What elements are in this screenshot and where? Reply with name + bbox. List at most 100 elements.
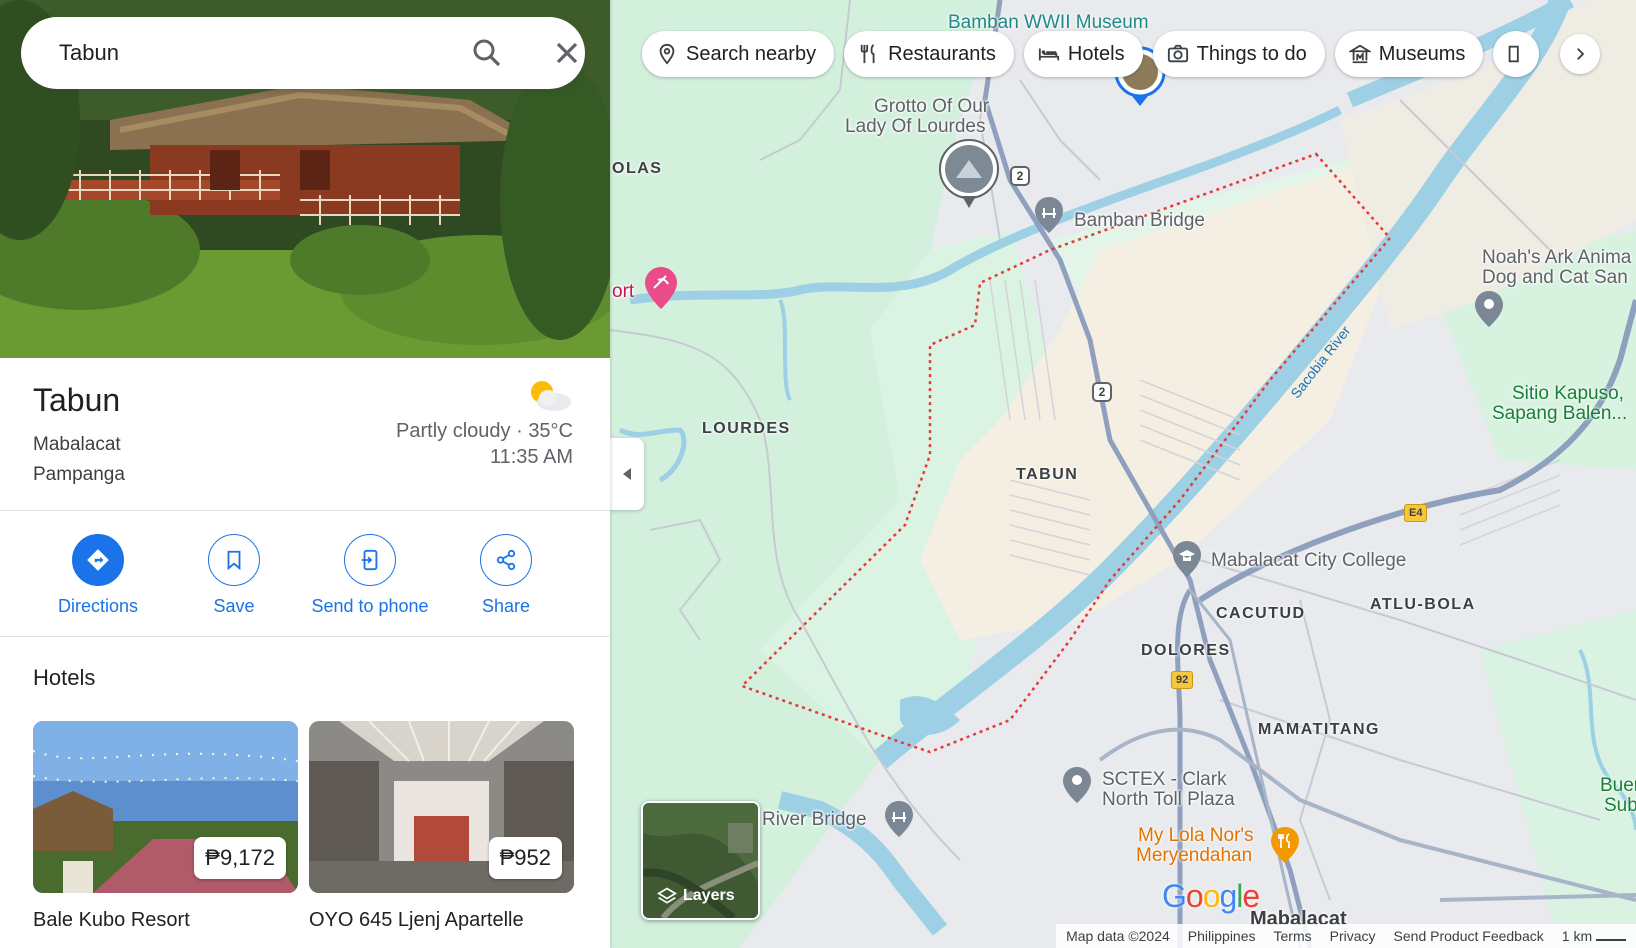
map-scale[interactable]: 1 km [1562, 928, 1626, 944]
place-title: Tabun [33, 382, 121, 418]
category-chips: Search nearby Restaurants Hotels Things … [642, 31, 1540, 78]
caret-left-icon [623, 468, 631, 480]
map-label-mabalacat-college[interactable]: Mabalacat City College [1211, 551, 1406, 571]
map-label-buena-line2[interactable]: Subdi [1604, 796, 1636, 816]
search-box[interactable] [21, 17, 585, 89]
place-panel: Tabun Mabalacat Pampanga Partly cloudy ·… [0, 0, 610, 948]
chip-search-nearby[interactable]: Search nearby [642, 31, 835, 77]
map-label-bamban-museum[interactable]: Bamban WWII Museum [948, 13, 1149, 33]
share-button-circle [480, 534, 532, 586]
route-92-shield: 92 [1171, 671, 1194, 689]
share-button[interactable]: Share [441, 534, 571, 617]
directions-icon [87, 549, 109, 571]
chip-restaurants[interactable]: Restaurants [844, 31, 1014, 77]
share-label: Share [481, 596, 531, 616]
save-label: Save [213, 596, 255, 616]
place-pin-icon[interactable] [1474, 290, 1504, 328]
close-icon[interactable] [549, 35, 585, 71]
chip-things-to-do[interactable]: Things to do [1152, 31, 1325, 77]
place-province: Pampanga [33, 464, 125, 485]
hotel-card[interactable]: ₱9,172 Bale Kubo Resort [33, 721, 298, 932]
hotel-card[interactable]: ₱952 OYO 645 Ljenj Apartelle [309, 721, 574, 932]
map-label-mamatitang: MAMATITANG [1258, 721, 1380, 738]
map-label-sitio-line1[interactable]: Sitio Kapuso, [1512, 384, 1624, 404]
map-label-cacutud: CACUTUD [1216, 605, 1306, 622]
hotel-price: ₱952 [488, 837, 562, 879]
footer-feedback-link[interactable]: Send Product Feedback [1394, 928, 1544, 944]
send-to-phone-icon [361, 549, 378, 571]
hotel-name[interactable]: Bale Kubo Resort [33, 909, 298, 932]
search-icon[interactable] [469, 35, 505, 71]
send-to-phone-label: Send to phone [311, 596, 429, 616]
save-button[interactable]: Save [169, 534, 299, 617]
map-label-bamban-bridge[interactable]: Bamban Bridge [1074, 211, 1205, 231]
chips-scroll-right-button[interactable] [1560, 34, 1600, 74]
weather-conditions: Partly cloudy · 35°C [396, 420, 573, 442]
send-to-phone-button[interactable]: Send to phone [305, 534, 435, 617]
map-label-dolores: DOLORES [1141, 642, 1231, 659]
route-2-shield: 2 [1092, 382, 1112, 402]
chip-museums-label: Museums [1378, 42, 1466, 65]
map-label-atlu-bola: ATLU-BOLA [1370, 596, 1476, 613]
map-data-attribution: Map data ©2024 [1066, 928, 1170, 944]
footer-privacy-link[interactable]: Privacy [1330, 928, 1376, 944]
place-hero-photo[interactable] [0, 0, 610, 358]
hotel-price: ₱9,172 [194, 837, 286, 879]
place-header: Tabun Mabalacat Pampanga Partly cloudy ·… [0, 358, 610, 511]
layers-label: Layers [683, 887, 735, 904]
map-label-olas: OLAS [612, 160, 663, 177]
chip-search-nearby-label: Search nearby [686, 42, 817, 65]
footer-terms-link[interactable]: Terms [1274, 928, 1312, 944]
layers-label-group: Layers [657, 886, 735, 906]
chip-hotels[interactable]: Hotels [1023, 31, 1143, 77]
search-input[interactable] [57, 39, 441, 67]
map-label-resort-fragment[interactable]: ort [612, 282, 634, 302]
museum-icon [1348, 44, 1371, 64]
toll-plaza-pin-icon[interactable] [1062, 766, 1092, 804]
map-label-buena-line1[interactable]: Buena [1600, 776, 1636, 796]
place-municipality: Mabalacat [33, 434, 121, 455]
layers-button[interactable]: Layers [641, 801, 760, 920]
map-label-tabun: TABUN [1016, 466, 1079, 483]
map-label-grotto-line2[interactable]: Lady Of Lourdes [845, 117, 985, 137]
local-time: 11:35 AM [489, 446, 573, 468]
chip-restaurants-label: Restaurants [888, 42, 996, 65]
collapse-panel-button[interactable] [610, 438, 644, 510]
map-label-noahs-line2[interactable]: Dog and Cat San [1482, 268, 1628, 288]
chip-hotels-label: Hotels [1067, 42, 1125, 65]
layers-icon [657, 887, 677, 904]
chevron-right-icon [1577, 48, 1585, 60]
chip-more-partial[interactable] [1493, 31, 1540, 77]
college-pin-icon[interactable] [1172, 540, 1202, 578]
hotel-name[interactable]: OYO 645 Ljenj Apartelle [309, 909, 574, 932]
chip-museums[interactable]: Museums [1334, 31, 1484, 77]
directions-button-circle [72, 534, 124, 586]
map-label-lola-line1[interactable]: My Lola Nor's [1138, 826, 1254, 846]
map-label-grotto-line1[interactable]: Grotto Of Our [874, 97, 989, 117]
map-scale-label: 1 km [1561, 928, 1593, 944]
hotel-photo: ₱952 [309, 721, 574, 893]
grotto-photo-pin-icon[interactable] [938, 138, 1000, 210]
map-label-noahs-line1[interactable]: Noah's Ark Anima [1482, 248, 1631, 268]
map-label-lola-line2[interactable]: Meryendahan [1136, 846, 1252, 866]
google-logo: Google [1162, 878, 1260, 914]
map-label-lourdes: LOURDES [702, 420, 791, 437]
map-label-river-bridge[interactable]: River Bridge [762, 810, 867, 830]
map-label-sitio-line2[interactable]: Sapang Balen... [1492, 404, 1627, 424]
resort-pin-icon[interactable] [644, 266, 678, 310]
search-nearby-icon [659, 43, 675, 65]
restaurant-pin-icon[interactable] [1270, 826, 1300, 864]
directions-label: Directions [57, 596, 139, 616]
save-button-circle [208, 534, 260, 586]
restaurant-icon [860, 44, 875, 64]
bridge-pin-icon[interactable] [1034, 196, 1064, 234]
hotel-photo: ₱9,172 [33, 721, 298, 893]
map-label-sctex-line1[interactable]: SCTEX - Clark [1102, 770, 1227, 790]
river-bridge-pin-icon[interactable] [884, 800, 914, 838]
chip-things-to-do-label: Things to do [1196, 42, 1307, 65]
map-label-sctex-line2[interactable]: North Toll Plaza [1102, 790, 1235, 810]
gas-station-icon [1509, 45, 1520, 63]
footer-country[interactable]: Philippines [1188, 928, 1256, 944]
bookmark-icon [227, 550, 241, 571]
directions-button[interactable]: Directions [33, 534, 163, 617]
